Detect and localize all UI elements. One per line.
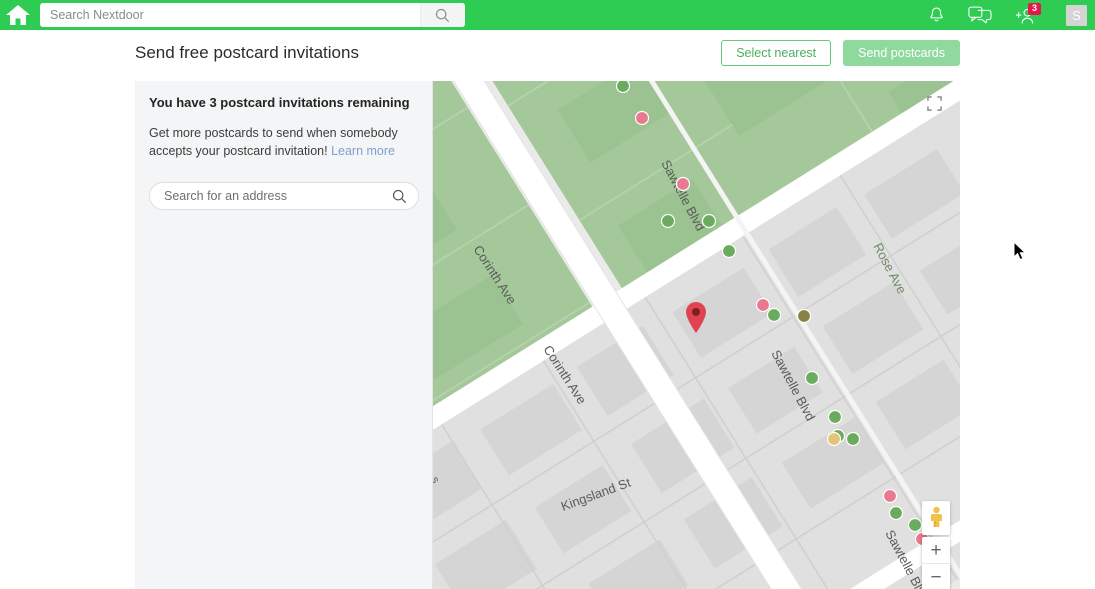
page-header: Send free postcard invitations Select ne… [135, 40, 960, 78]
map-dot-marker[interactable] [845, 431, 861, 447]
map-dot-marker[interactable] [827, 409, 843, 425]
address-search-box[interactable] [149, 182, 419, 210]
invites-remaining-heading: You have 3 postcard invitations remainin… [149, 95, 410, 110]
map-dot-marker[interactable] [675, 176, 691, 192]
fullscreen-expand-icon [926, 95, 942, 111]
map-dot-marker[interactable] [907, 517, 923, 533]
map-zoom-controls: + − [922, 537, 950, 589]
zoom-out-button[interactable]: − [922, 564, 950, 589]
bell-icon [930, 7, 943, 21]
map-dot-marker[interactable] [888, 505, 904, 521]
invite-neighbors-button[interactable]: 3 [1014, 2, 1042, 25]
learn-more-link[interactable]: Learn more [331, 144, 395, 158]
fullscreen-button[interactable] [920, 89, 948, 117]
map-dot-marker[interactable] [701, 213, 717, 229]
street-view-pegman-icon [930, 506, 942, 527]
map-dot-marker[interactable] [796, 308, 812, 324]
map-dot-marker[interactable] [660, 213, 676, 229]
map-dot-marker[interactable] [826, 431, 842, 447]
mouse-cursor [1013, 241, 1027, 261]
user-avatar[interactable]: S [1066, 4, 1087, 26]
search-icon [435, 8, 450, 22]
page-title: Send free postcard invitations [135, 43, 359, 62]
zoom-in-button[interactable]: + [922, 537, 950, 564]
invite-badge-count: 3 [1028, 2, 1042, 15]
header-action-buttons: Select nearest Send postcards [721, 40, 960, 66]
map-dot-marker[interactable] [766, 307, 782, 323]
address-search-input[interactable] [162, 184, 390, 208]
chat-icon [968, 6, 992, 24]
nav-icon-group: 3 S [927, 0, 1087, 30]
map-dot-marker[interactable] [615, 81, 631, 94]
map-dot-marker[interactable] [804, 370, 820, 386]
send-postcards-button[interactable]: Send postcards [843, 40, 960, 66]
notifications-bell-button[interactable] [927, 6, 946, 25]
map-dot-marker[interactable] [882, 488, 898, 504]
invites-description: Get more postcards to send when somebody… [149, 124, 407, 160]
map-dot-marker[interactable] [721, 243, 737, 259]
search-icon[interactable] [392, 189, 407, 204]
global-search[interactable] [40, 3, 465, 27]
search-input[interactable] [40, 4, 420, 26]
map-canvas[interactable]: Corinth Ave Corinth Ave Sawtelle Blvd Sa… [433, 81, 960, 589]
select-nearest-button[interactable]: Select nearest [721, 40, 832, 66]
street-view-pegman-button[interactable] [922, 501, 950, 535]
map-dot-marker[interactable] [755, 297, 771, 313]
map-pin-center [692, 308, 700, 316]
search-submit-button[interactable] [420, 3, 464, 27]
postcard-sidebar-panel: You have 3 postcard invitations remainin… [135, 81, 433, 589]
map-dot-marker[interactable] [634, 110, 650, 126]
messages-chat-button[interactable] [968, 6, 992, 24]
house-logo-icon[interactable] [0, 0, 36, 30]
top-navigation-bar: 3 S [0, 0, 1095, 30]
